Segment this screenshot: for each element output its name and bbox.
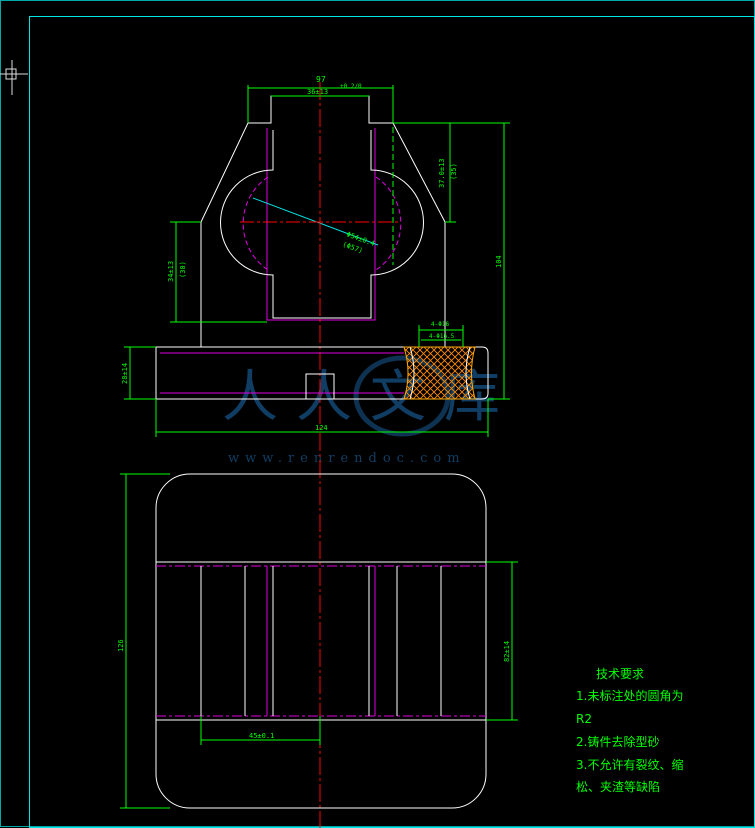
dim-base-width: 124 — [315, 424, 328, 432]
watermark: 人人文库 www.renrendoc.com — [222, 355, 500, 466]
plan-view-outline — [155, 473, 487, 809]
dim-plan-inner-height: 82±14 — [503, 641, 511, 662]
notes-line-3: 2.铸件去除型砂 — [576, 734, 659, 749]
technical-notes: 技术要求 1.未标注处的圆角为 R2 2.铸件去除型砂 3.不允许有裂纹、缩 松… — [576, 667, 683, 794]
notes-line-4: 3.不允许有裂纹、缩 — [576, 757, 683, 772]
notes-line-5: 松、夹渣等缺陷 — [576, 779, 660, 794]
base-plate-hatch — [403, 346, 476, 400]
dim-right-height-paren: (35) — [450, 163, 458, 180]
dim-total-height: 104 — [495, 255, 503, 268]
dim-base-height: 28±14 — [121, 363, 129, 384]
plan-view — [155, 473, 487, 809]
plan-dimensions — [120, 473, 518, 809]
dim-top-width-tol: +0.2/0 — [340, 83, 362, 90]
cad-drawing-canvas: 人人文库 www.renrendoc.com 97 +0.2/0 36±13 3… — [0, 0, 755, 828]
dim-plan-slot: 45±0.1 — [249, 732, 274, 740]
dim-right-height: 37.0±13 — [438, 158, 446, 188]
dim-left-height-paren: (30) — [179, 261, 187, 278]
notes-line-2: R2 — [576, 712, 592, 726]
watermark-url: www.renrendoc.com — [228, 451, 466, 466]
dim-hole-top: 4-Φ16 — [431, 321, 449, 328]
dim-left-height: 34±13 — [167, 261, 175, 282]
notes-title: 技术要求 — [596, 667, 644, 681]
dim-slot-width: 36±13 — [307, 88, 328, 96]
dim-top-width: 97 — [316, 75, 326, 84]
notes-line-1: 1.未标注处的圆角为 — [576, 688, 683, 703]
dim-hole-bottom: 4-Φ16.5 — [429, 333, 455, 340]
dim-plan-height: 126 — [117, 639, 125, 652]
